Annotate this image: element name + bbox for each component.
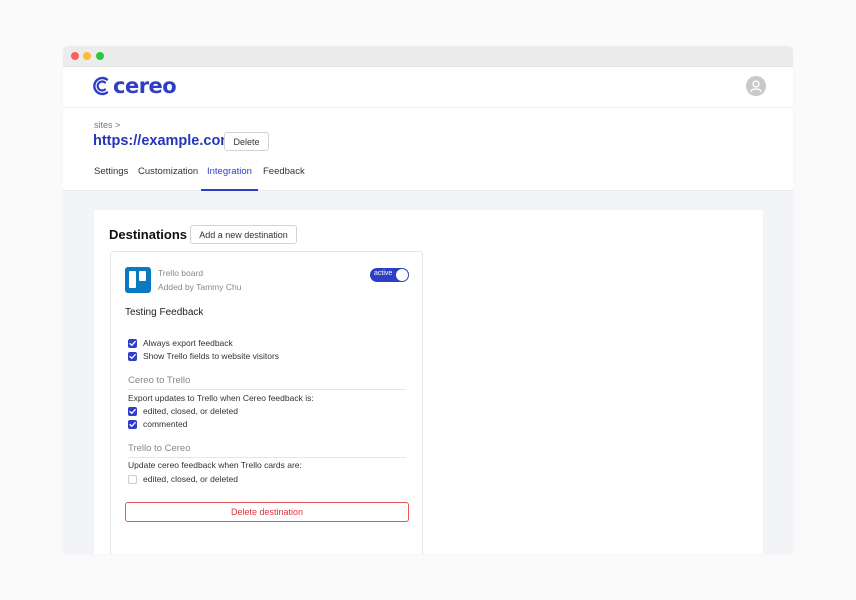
checkbox-label: commented bbox=[143, 419, 188, 429]
add-destination-button[interactable]: Add a new destination bbox=[190, 225, 297, 244]
checkbox-checked-icon[interactable] bbox=[128, 338, 137, 348]
cereo-logo-icon bbox=[93, 76, 109, 96]
active-toggle[interactable]: active bbox=[370, 268, 409, 282]
tab-customization[interactable]: Customization bbox=[138, 166, 198, 190]
cereo-logo-text: cereo bbox=[113, 74, 177, 98]
checkbox-label: edited, closed, or deleted bbox=[143, 474, 238, 484]
export-commented-checkbox-row[interactable]: commented bbox=[128, 419, 187, 429]
tab-settings[interactable]: Settings bbox=[94, 166, 128, 190]
tab-integration[interactable]: Integration bbox=[201, 166, 258, 191]
window-titlebar bbox=[63, 46, 793, 67]
checkbox-label: edited, closed, or deleted bbox=[143, 406, 238, 416]
cereo-to-trello-description: Export updates to Trello when Cereo feed… bbox=[128, 393, 314, 403]
site-header: sites > https://example.com Delete Setti… bbox=[63, 108, 793, 191]
checkbox-label: Always export feedback bbox=[143, 338, 233, 348]
checkbox-checked-icon[interactable] bbox=[128, 406, 137, 416]
close-window-button[interactable] bbox=[71, 52, 79, 60]
user-icon bbox=[750, 80, 762, 93]
checkbox-label: Show Trello fields to website visitors bbox=[143, 351, 280, 361]
trello-icon bbox=[125, 267, 151, 293]
minimize-window-button[interactable] bbox=[83, 52, 91, 60]
breadcrumb[interactable]: sites > bbox=[94, 120, 120, 130]
top-navbar: cereo bbox=[63, 67, 793, 108]
checkbox-checked-icon[interactable] bbox=[128, 419, 137, 429]
added-by-text: Added by Tammy Chu bbox=[158, 282, 242, 292]
checkbox-unchecked-icon[interactable] bbox=[128, 474, 137, 484]
toggle-knob bbox=[396, 269, 408, 281]
browser-window: cereo sites > https://example.com Delete… bbox=[63, 46, 793, 554]
destination-card: Trello board Added by Tammy Chu active T… bbox=[110, 251, 423, 554]
show-trello-fields-checkbox-row[interactable]: Show Trello fields to website visitors bbox=[128, 351, 279, 361]
toggle-label: active bbox=[374, 270, 393, 277]
trello-to-cereo-heading: Trello to Cereo bbox=[128, 443, 406, 458]
user-avatar[interactable] bbox=[746, 76, 766, 96]
service-name: Trello board bbox=[158, 268, 204, 278]
cereo-logo[interactable]: cereo bbox=[92, 74, 177, 98]
maximize-window-button[interactable] bbox=[96, 52, 104, 60]
cereo-to-trello-heading: Cereo to Trello bbox=[128, 375, 406, 390]
export-edited-checkbox-row[interactable]: edited, closed, or deleted bbox=[128, 406, 238, 416]
update-edited-checkbox-row[interactable]: edited, closed, or deleted bbox=[128, 474, 238, 484]
trello-to-cereo-description: Update cereo feedback when Trello cards … bbox=[128, 460, 302, 470]
destinations-heading: Destinations bbox=[109, 227, 188, 242]
delete-site-button[interactable]: Delete bbox=[224, 132, 269, 151]
destination-title: Testing Feedback bbox=[125, 307, 204, 318]
page-title: https://example.com bbox=[93, 133, 234, 149]
always-export-checkbox-row[interactable]: Always export feedback bbox=[128, 338, 233, 348]
tab-feedback[interactable]: Feedback bbox=[263, 166, 305, 190]
delete-destination-button[interactable]: Delete destination bbox=[125, 502, 409, 522]
checkbox-checked-icon[interactable] bbox=[128, 351, 137, 361]
